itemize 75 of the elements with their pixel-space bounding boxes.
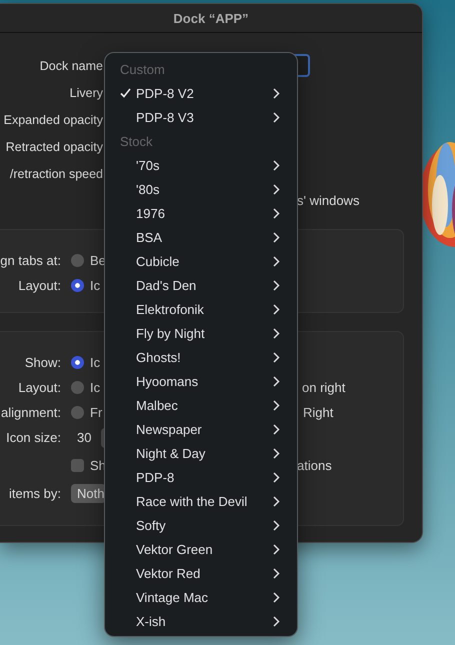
option-label: s' windows xyxy=(297,193,360,208)
radio-button[interactable] xyxy=(71,381,84,394)
size-value: 30 xyxy=(77,430,92,445)
menu-header: Stock xyxy=(120,134,153,148)
chevron-icon xyxy=(273,88,280,98)
setting-label: items by: xyxy=(8,486,61,501)
chevron-icon xyxy=(273,400,280,410)
setting-label: Show: xyxy=(24,355,61,370)
menu-item[interactable]: Vektor Red xyxy=(105,561,297,585)
setting-label: Livery xyxy=(68,86,103,100)
menu-item[interactable]: Vintage Mac xyxy=(105,585,297,609)
window-title: Dock “APP” xyxy=(173,10,249,26)
radio-button[interactable] xyxy=(71,356,84,369)
radio-button[interactable] xyxy=(71,279,84,292)
chevron-icon xyxy=(273,328,280,338)
chevron-icon xyxy=(273,616,280,626)
menu-item[interactable]: BSA xyxy=(105,225,297,249)
chevron-icon xyxy=(273,568,280,578)
menu-item[interactable]: Cubicle xyxy=(105,249,297,273)
option-label: Ic xyxy=(90,380,100,395)
setting-label: alignment: xyxy=(1,405,61,420)
chevron-icon xyxy=(273,232,280,242)
setting-label: Retracted opacity xyxy=(4,140,103,154)
option-label: Fr xyxy=(90,405,102,420)
chevron-icon xyxy=(273,592,280,602)
menu-item[interactable]: PDP-8 xyxy=(105,465,297,489)
menu-item[interactable]: Hyoomans xyxy=(105,369,297,393)
menu-item[interactable]: PDP-8 V3 xyxy=(105,105,297,129)
setting-label: Layout: xyxy=(18,380,61,395)
setting-label: Dock name xyxy=(38,58,103,72)
chevron-icon xyxy=(273,304,280,314)
menu-item[interactable]: Fly by Night xyxy=(105,321,297,345)
chevron-icon xyxy=(273,448,280,458)
option-label: ations xyxy=(297,458,332,473)
setting-label: gn tabs at: xyxy=(0,253,61,268)
chevron-icon xyxy=(273,184,280,194)
popup-button[interactable]: Noth xyxy=(71,484,106,503)
menu-item[interactable]: Night & Day xyxy=(105,441,297,465)
checkbox[interactable] xyxy=(71,459,84,472)
chevron-icon xyxy=(273,208,280,218)
chevron-icon xyxy=(273,160,280,170)
menu-item[interactable]: Newspaper xyxy=(105,417,297,441)
radio-button[interactable] xyxy=(71,254,84,267)
chevron-icon xyxy=(273,496,280,506)
menu-item[interactable]: Malbec xyxy=(105,393,297,417)
menu-item[interactable]: Race with the Devil xyxy=(105,489,297,513)
chevron-icon xyxy=(273,280,280,290)
menu-item[interactable]: '70s xyxy=(105,153,297,177)
menu-header: Custom xyxy=(120,62,165,76)
menu-item[interactable]: PDP-8 V2 xyxy=(105,81,297,105)
option-label: Ic xyxy=(90,355,100,370)
menu-item[interactable]: Softy xyxy=(105,513,297,537)
radio-button[interactable] xyxy=(71,406,84,419)
setting-label: /retraction speed xyxy=(8,166,103,180)
menu-item[interactable]: Ghosts! xyxy=(105,345,297,369)
chevron-icon xyxy=(273,112,280,122)
setting-label: Icon size: xyxy=(6,430,61,445)
setting-label: Expanded opacity xyxy=(2,112,103,126)
chevron-icon xyxy=(273,352,280,362)
setting-label: Layout: xyxy=(17,278,61,293)
menu-item[interactable]: X-ish xyxy=(105,609,297,633)
option-label: Ic xyxy=(90,278,100,293)
menu-item[interactable]: Elektrofonik xyxy=(105,297,297,321)
chevron-icon xyxy=(273,376,280,386)
menu-item[interactable]: Vektor Green xyxy=(105,537,297,561)
chevron-icon xyxy=(273,424,280,434)
menu-item[interactable]: '80s xyxy=(105,177,297,201)
chevron-icon xyxy=(273,472,280,482)
chevron-icon xyxy=(273,256,280,266)
menu-item[interactable]: 1976 xyxy=(105,201,297,225)
chevron-icon xyxy=(273,520,280,530)
chevron-icon xyxy=(273,544,280,554)
menu-item[interactable]: Dad's Den xyxy=(105,273,297,297)
option-label: on right xyxy=(302,380,346,395)
option-label: Right xyxy=(303,405,334,420)
